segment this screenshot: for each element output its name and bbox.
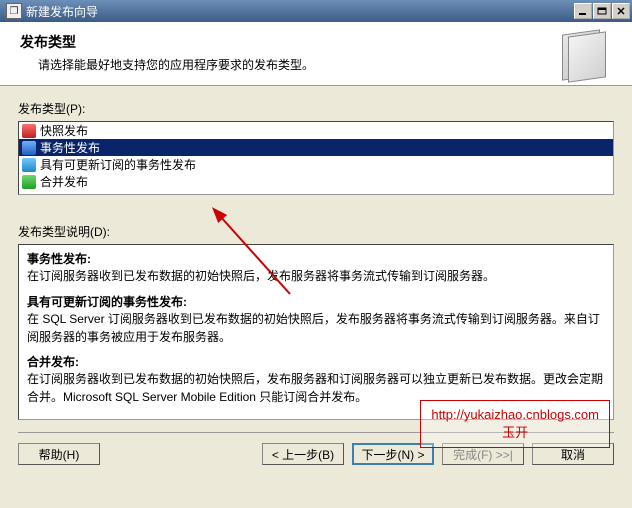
desc-title: 具有可更新订阅的事务性发布: <box>27 294 605 311</box>
transactional-updatable-icon <box>22 158 36 172</box>
list-item[interactable]: 合并发布 <box>19 173 613 190</box>
desc-body: 在订阅服务器收到已发布数据的初始快照后，发布服务器将事务流式传输到订阅服务器。 <box>27 268 605 285</box>
type-list-label: 发布类型(P): <box>18 100 614 117</box>
watermark-annotation: http://yukaizhao.cnblogs.com 玉开 <box>420 400 610 448</box>
page-subtitle: 请选择能最好地支持您的应用程序要求的发布类型。 <box>20 56 558 73</box>
list-item-label: 快照发布 <box>40 122 88 139</box>
wizard-body: 发布类型(P): 快照发布 事务性发布 具有可更新订阅的事务性发布 合并发布 发… <box>0 86 632 508</box>
publication-type-listbox[interactable]: 快照发布 事务性发布 具有可更新订阅的事务性发布 合并发布 <box>18 121 614 195</box>
desc-title: 事务性发布: <box>27 251 605 268</box>
snapshot-icon <box>22 124 36 138</box>
transactional-icon <box>22 141 36 155</box>
app-icon: ❐ <box>6 3 22 19</box>
watermark-url: http://yukaizhao.cnblogs.com <box>431 406 599 424</box>
spacer <box>108 443 254 465</box>
titlebar: ❐ 新建发布向导 <box>0 0 632 22</box>
back-button[interactable]: < 上一步(B) <box>262 443 344 465</box>
window-title: 新建发布向导 <box>26 3 574 20</box>
close-button[interactable] <box>612 3 630 19</box>
page-title: 发布类型 <box>20 32 558 52</box>
description-box[interactable]: 事务性发布: 在订阅服务器收到已发布数据的初始快照后，发布服务器将事务流式传输到… <box>18 244 614 420</box>
minimize-button[interactable] <box>574 3 592 19</box>
watermark-author: 玉开 <box>431 424 599 442</box>
maximize-button[interactable] <box>593 3 611 19</box>
desc-body: 在 SQL Server 订阅服务器收到已发布数据的初始快照后，发布服务器将事务… <box>27 311 605 346</box>
list-item-label: 具有可更新订阅的事务性发布 <box>40 156 196 173</box>
merge-icon <box>22 175 36 189</box>
desc-title: 合并发布: <box>27 354 605 371</box>
help-button[interactable]: 帮助(H) <box>18 443 100 465</box>
wizard-header: 发布类型 请选择能最好地支持您的应用程序要求的发布类型。 <box>0 22 632 86</box>
list-item-label: 合并发布 <box>40 173 88 190</box>
list-item-label: 事务性发布 <box>40 139 100 156</box>
header-graphic-icon <box>558 32 606 80</box>
list-item[interactable]: 具有可更新订阅的事务性发布 <box>19 156 613 173</box>
window-controls <box>574 3 630 19</box>
list-item[interactable]: 事务性发布 <box>19 139 613 156</box>
list-item[interactable]: 快照发布 <box>19 122 613 139</box>
description-label: 发布类型说明(D): <box>18 223 614 240</box>
